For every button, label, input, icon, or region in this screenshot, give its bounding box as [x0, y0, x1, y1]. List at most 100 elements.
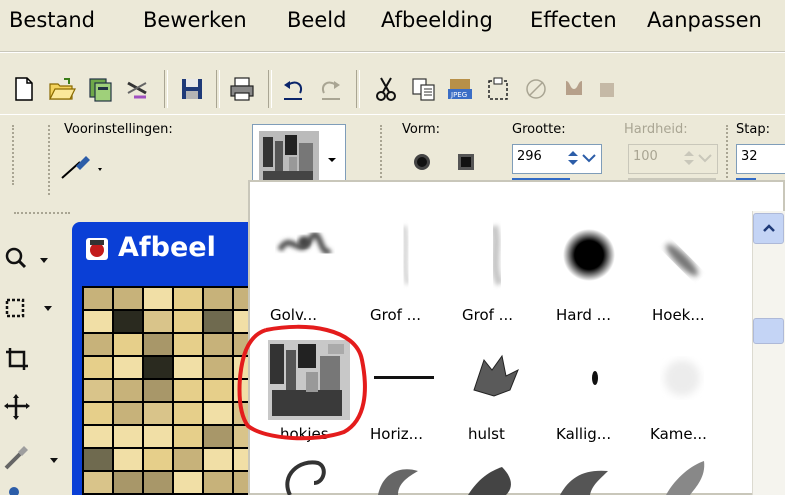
- canvas-cell: [174, 380, 202, 401]
- size-value[interactable]: 296: [517, 149, 542, 164]
- brush-thumb-kame[interactable]: [648, 340, 718, 410]
- browse-icon[interactable]: [86, 75, 114, 103]
- toolbar-separator: [216, 70, 220, 108]
- tools-grip: [14, 212, 70, 216]
- brush-label: Grof ...: [462, 306, 513, 324]
- cut-icon[interactable]: [372, 75, 400, 103]
- image-window-title: Afbeel: [118, 232, 216, 263]
- canvas-cell: [84, 357, 112, 378]
- canvas-cell: [84, 472, 112, 493]
- brush-list-scrollbar[interactable]: [752, 211, 785, 495]
- open-folder-icon[interactable]: [48, 75, 76, 103]
- menu-bewerken[interactable]: Bewerken: [143, 8, 247, 32]
- shape-grip: [380, 125, 385, 185]
- size-spinbox[interactable]: 296: [512, 144, 602, 174]
- canvas-cell: [114, 357, 142, 378]
- print-icon[interactable]: [228, 75, 256, 103]
- canvas-cell: [144, 449, 172, 470]
- save-icon[interactable]: [178, 75, 206, 103]
- round-shape-icon[interactable]: [410, 150, 434, 174]
- new-file-icon[interactable]: [10, 75, 38, 103]
- canvas-cell: [144, 472, 172, 493]
- brush-label: Hard ...: [556, 306, 611, 324]
- scroll-thumb[interactable]: [753, 318, 784, 344]
- brush-preset-icon[interactable]: [58, 152, 108, 182]
- canvas-cell: [114, 472, 142, 493]
- toolbar-separator: [356, 70, 360, 108]
- brush-label: Kame...: [650, 425, 707, 443]
- toolbar-separator: [268, 70, 272, 108]
- spin-arrows-icon[interactable]: [565, 148, 599, 168]
- step-value[interactable]: 32: [741, 149, 758, 164]
- step-label: Stap:: [736, 122, 770, 137]
- scan-icon[interactable]: [124, 75, 152, 103]
- move-tool-icon[interactable]: [4, 394, 34, 424]
- brush-thumb-grof-2[interactable]: [464, 220, 534, 290]
- scroll-up-button[interactable]: [753, 213, 784, 244]
- brush-thumb-horiz[interactable]: [370, 340, 440, 410]
- brush-thumb-row3-5[interactable]: [646, 455, 716, 495]
- canvas-cell: [114, 288, 142, 309]
- undo-icon[interactable]: [280, 75, 308, 103]
- selection-highlight: [237, 324, 367, 441]
- canvas-cell: [144, 403, 172, 424]
- menu-beeld[interactable]: Beeld: [287, 8, 346, 32]
- brush-thumb-hard[interactable]: [554, 220, 624, 290]
- more-icon: [600, 83, 614, 97]
- canvas-cell: [114, 403, 142, 424]
- brush-thumb-grof-1[interactable]: [370, 220, 440, 290]
- hardness-spinbox: 100: [628, 144, 718, 174]
- paste-selection-icon[interactable]: [484, 75, 512, 103]
- brush-label: Horiz...: [370, 425, 423, 443]
- canvas-cell: [174, 288, 202, 309]
- canvas-cell: [114, 449, 142, 470]
- spin-arrows-icon: [684, 151, 712, 165]
- brush-thumb-row3-1[interactable]: [270, 455, 340, 495]
- paste-as-new-icon[interactable]: JPEG: [446, 75, 474, 103]
- brush-thumb-hulst[interactable]: [464, 340, 534, 410]
- canvas-cell: [204, 472, 232, 493]
- crop-tool-icon[interactable]: [4, 346, 34, 376]
- canvas-cell: [174, 403, 202, 424]
- copy-icon[interactable]: [410, 75, 438, 103]
- step-spinbox[interactable]: 32: [736, 144, 785, 174]
- tool-icon[interactable]: [4, 482, 24, 495]
- brush-thumb-kallig[interactable]: [556, 340, 626, 410]
- canvas-cell: [114, 426, 142, 447]
- brush-thumb-hoek[interactable]: [646, 220, 716, 290]
- canvas-cell: [144, 288, 172, 309]
- brush-thumb-row3-2[interactable]: [364, 455, 434, 495]
- menu-bestand[interactable]: Bestand: [9, 8, 95, 32]
- canvas-cell: [174, 357, 202, 378]
- menu-bar: Bestand Bewerken Beeld Afbeelding Effect…: [0, 0, 785, 52]
- canvas-cell: [84, 288, 112, 309]
- brush-tool-icon[interactable]: [4, 444, 64, 474]
- shape-label: Vorm:: [402, 122, 440, 137]
- brush-label: Kallig...: [556, 425, 612, 443]
- clear-icon: [526, 79, 546, 99]
- canvas-cell: [144, 380, 172, 401]
- canvas-cell: [84, 380, 112, 401]
- chevron-up-icon: [763, 224, 775, 232]
- canvas-cell: [144, 311, 172, 332]
- selection-tool-icon[interactable]: [4, 296, 56, 326]
- menu-aanpassen[interactable]: Aanpassen: [647, 8, 762, 32]
- brush-thumb-row3-4[interactable]: [552, 455, 622, 495]
- square-shape-icon[interactable]: [454, 150, 478, 174]
- redo-icon: [322, 81, 340, 100]
- menu-effecten[interactable]: Effecten: [530, 8, 617, 32]
- brush-thumb-golv[interactable]: [270, 220, 340, 290]
- brush-thumb-row3-3[interactable]: [458, 455, 528, 495]
- canvas-cell: [84, 449, 112, 470]
- presets-grip: [48, 125, 53, 195]
- canvas-cell: [204, 288, 232, 309]
- step-grip: [726, 125, 731, 185]
- brush-label: hulst: [468, 425, 505, 443]
- options-grip[interactable]: [12, 125, 17, 185]
- zoom-tool-icon[interactable]: [4, 244, 52, 274]
- canvas-cell: [144, 426, 172, 447]
- canvas-cell: [144, 357, 172, 378]
- canvas-cell: [174, 449, 202, 470]
- menu-afbeelding[interactable]: Afbeelding: [381, 8, 493, 32]
- canvas-cell: [144, 334, 172, 355]
